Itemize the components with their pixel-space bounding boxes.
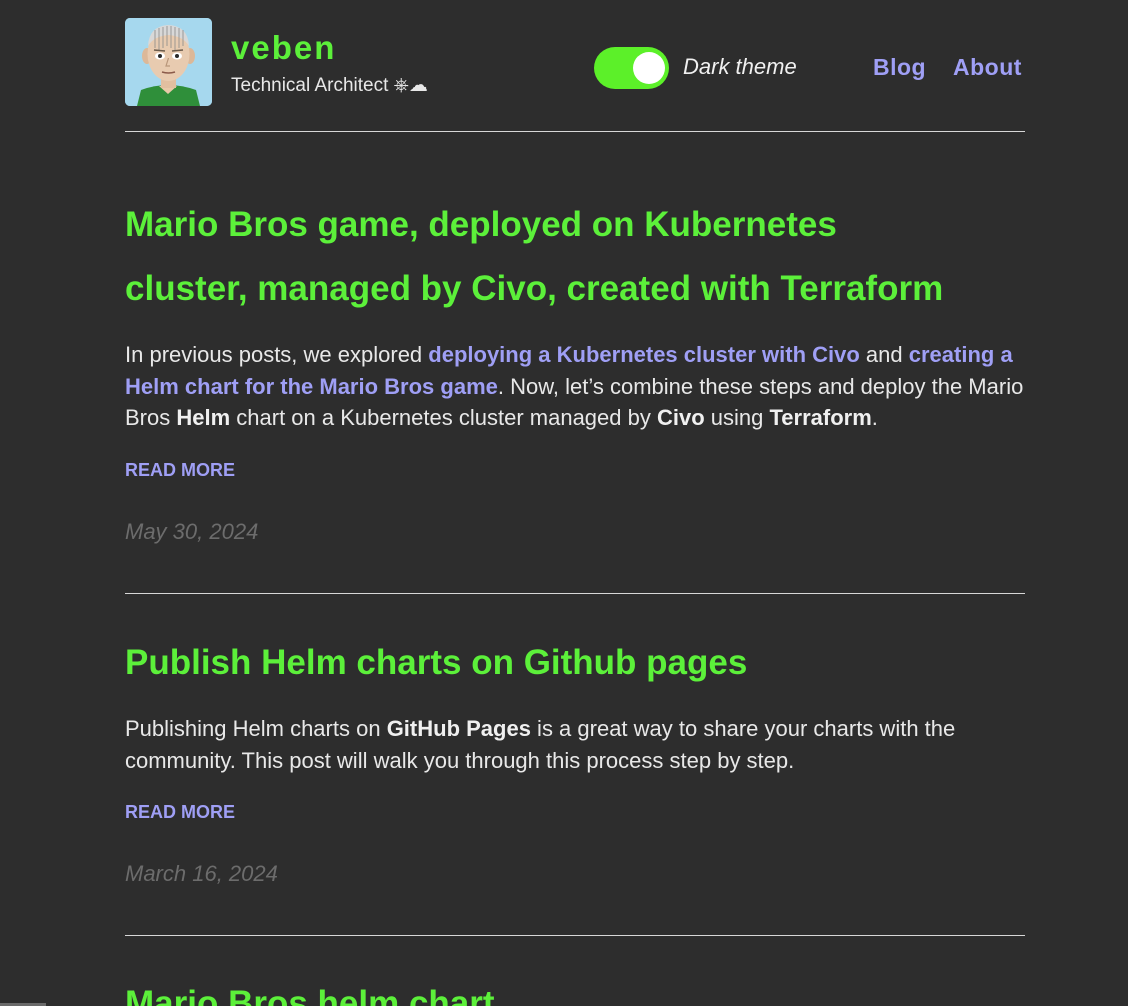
- post-title-link[interactable]: cluster, managed by Civo, created with T…: [125, 269, 943, 308]
- post-title-line: cluster, managed by Civo, created with T…: [125, 257, 943, 321]
- summary-text: .: [871, 405, 878, 430]
- summary-text: chart on a Kubernetes cluster managed by: [230, 405, 657, 430]
- toggle-knob: [633, 52, 665, 84]
- dark-theme-toggle[interactable]: [594, 47, 669, 89]
- post-summary: In previous posts, we explored deploying…: [125, 339, 1025, 434]
- link-deploying-kubernetes-civo[interactable]: deploying a Kubernetes cluster with Civo: [428, 342, 860, 367]
- summary-bold: Terraform: [769, 405, 872, 430]
- post-divider: [125, 593, 1025, 594]
- avatar-portrait-icon: [125, 18, 212, 106]
- post-divider: [125, 935, 1025, 936]
- nav-link-blog[interactable]: Blog: [873, 54, 926, 80]
- page: veben Technical Architect ⎈☁ Dark theme …: [0, 0, 1128, 1006]
- avatar[interactable]: [125, 18, 212, 106]
- post-title-link[interactable]: Mario Bros game, deployed on Kubernetes: [125, 205, 837, 244]
- summary-text: and: [859, 342, 909, 367]
- site-subtitle: Technical Architect ⎈☁: [231, 75, 428, 96]
- read-more-link[interactable]: READ MORE: [125, 459, 235, 481]
- summary-bold: GitHub Pages: [386, 716, 531, 741]
- post-summary: Publishing Helm charts on GitHub Pages i…: [125, 713, 1025, 776]
- summary-text: In previous posts, we explored: [125, 342, 429, 367]
- post-title-line: Mario Bros helm chart: [125, 972, 495, 1006]
- summary-text: Publishing Helm charts on: [125, 716, 387, 741]
- post-title-line: Publish Helm charts on Github pages: [125, 631, 747, 695]
- post-title-link[interactable]: Publish Helm charts on Github pages: [125, 643, 747, 682]
- summary-bold: Civo: [656, 405, 705, 430]
- summary-text: using: [704, 405, 770, 430]
- post-title-link[interactable]: Mario Bros helm chart: [125, 984, 495, 1006]
- nav-link-about[interactable]: About: [953, 54, 1022, 80]
- site-header: veben Technical Architect ⎈☁ Dark theme …: [125, 0, 1025, 132]
- main-container: veben Technical Architect ⎈☁ Dark theme …: [125, 0, 1025, 1006]
- post-date: May 30, 2024: [125, 519, 259, 544]
- site-title[interactable]: veben: [231, 29, 336, 67]
- post-date: March 16, 2024: [125, 861, 278, 886]
- summary-bold: Helm: [176, 405, 231, 430]
- post-title-line: Mario Bros game, deployed on Kubernetes: [125, 193, 837, 257]
- dark-theme-label: Dark theme: [683, 54, 797, 79]
- read-more-link[interactable]: READ MORE: [125, 801, 235, 823]
